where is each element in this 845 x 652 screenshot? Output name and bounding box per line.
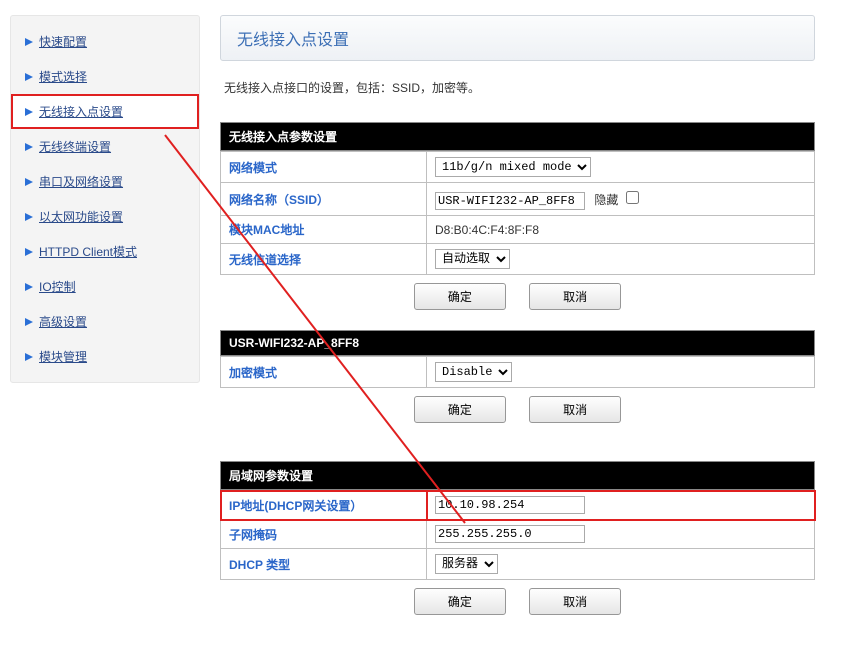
ap-mac-value: D8:B0:4C:F4:8F:F8: [427, 216, 815, 244]
sidebar-item-label: 高级设置: [39, 313, 87, 330]
sidebar-item-quick[interactable]: 快速配置: [11, 24, 199, 59]
sidebar-item-serial[interactable]: 串口及网络设置: [11, 164, 199, 199]
lan-ok-button[interactable]: 确定: [414, 588, 506, 615]
ap-ok-button[interactable]: 确定: [414, 283, 506, 310]
arrow-right-icon: [25, 213, 33, 221]
sec-enc-label: 加密模式: [221, 357, 427, 388]
ap-mode-label: 网络模式: [221, 152, 427, 183]
sidebar-item-module[interactable]: 模块管理: [11, 339, 199, 374]
arrow-right-icon: [25, 318, 33, 326]
ap-channel-select[interactable]: 自动选取: [435, 249, 510, 269]
lan-mask-label: 子网掩码: [221, 520, 427, 549]
lan-dhcp-select[interactable]: 服务器: [435, 554, 498, 574]
sec-params-table: 加密模式 Disable: [220, 356, 815, 388]
page-desc: 无线接入点接口的设置，包括：SSID，加密等。: [224, 79, 815, 96]
arrow-right-icon: [25, 283, 33, 291]
sidebar-item-sta[interactable]: 无线终端设置: [11, 129, 199, 164]
lan-cancel-button[interactable]: 取消: [529, 588, 621, 615]
lan-mask-input[interactable]: [435, 525, 585, 543]
sidebar-item-httpd[interactable]: HTTPD Client模式: [11, 234, 199, 269]
ap-cancel-button[interactable]: 取消: [529, 283, 621, 310]
sidebar-item-eth[interactable]: 以太网功能设置: [11, 199, 199, 234]
sidebar-item-ap[interactable]: 无线接入点设置: [11, 94, 199, 129]
sidebar-item-label: 模式选择: [39, 68, 87, 85]
arrow-right-icon: [25, 108, 33, 116]
sec-cancel-button[interactable]: 取消: [529, 396, 621, 423]
arrow-right-icon: [25, 73, 33, 81]
sidebar-item-label: 快速配置: [39, 33, 87, 50]
lan-section-header: 局域网参数设置: [220, 461, 815, 490]
ap-mode-select[interactable]: 11b/g/n mixed mode: [435, 157, 591, 177]
sidebar-item-label: 模块管理: [39, 348, 87, 365]
lan-ip-input[interactable]: [435, 496, 585, 514]
arrow-right-icon: [25, 248, 33, 256]
ap-section-header: 无线接入点参数设置: [220, 122, 815, 151]
sec-section-header: USR-WIFI232-AP_8FF8: [220, 330, 815, 356]
sidebar-item-label: IO控制: [39, 278, 76, 295]
sidebar-item-label: HTTPD Client模式: [39, 243, 137, 260]
ap-ssid-input[interactable]: [435, 192, 585, 210]
page-title: 无线接入点设置: [220, 15, 815, 61]
arrow-right-icon: [25, 353, 33, 361]
ap-ssid-label: 网络名称（SSID）: [221, 183, 427, 216]
ap-params-table: 网络模式 11b/g/n mixed mode 网络名称（SSID） 隐藏 模块…: [220, 151, 815, 275]
ap-channel-label: 无线信道选择: [221, 244, 427, 275]
ap-ssid-hide-checkbox[interactable]: [626, 191, 639, 204]
sidebar-item-label: 无线接入点设置: [39, 103, 123, 120]
arrow-right-icon: [25, 178, 33, 186]
lan-ip-label: IP地址(DHCP网关设置）: [221, 491, 427, 520]
arrow-right-icon: [25, 143, 33, 151]
sec-enc-select[interactable]: Disable: [435, 362, 512, 382]
sidebar-item-label: 无线终端设置: [39, 138, 111, 155]
arrow-right-icon: [25, 38, 33, 46]
sidebar-item-io[interactable]: IO控制: [11, 269, 199, 304]
lan-params-table: IP地址(DHCP网关设置） 子网掩码 DHCP 类型 服务器: [220, 490, 815, 580]
sidebar: 快速配置 模式选择 无线接入点设置 无线终端设置 串口及网络设置 以太网功能设置…: [10, 15, 200, 383]
ap-ssid-hide-label: 隐藏: [594, 193, 618, 207]
sidebar-item-label: 串口及网络设置: [39, 173, 123, 190]
lan-dhcp-label: DHCP 类型: [221, 549, 427, 580]
sidebar-item-adv[interactable]: 高级设置: [11, 304, 199, 339]
sec-ok-button[interactable]: 确定: [414, 396, 506, 423]
sidebar-item-label: 以太网功能设置: [39, 208, 123, 225]
ap-mac-label: 模块MAC地址: [221, 216, 427, 244]
sidebar-item-mode[interactable]: 模式选择: [11, 59, 199, 94]
